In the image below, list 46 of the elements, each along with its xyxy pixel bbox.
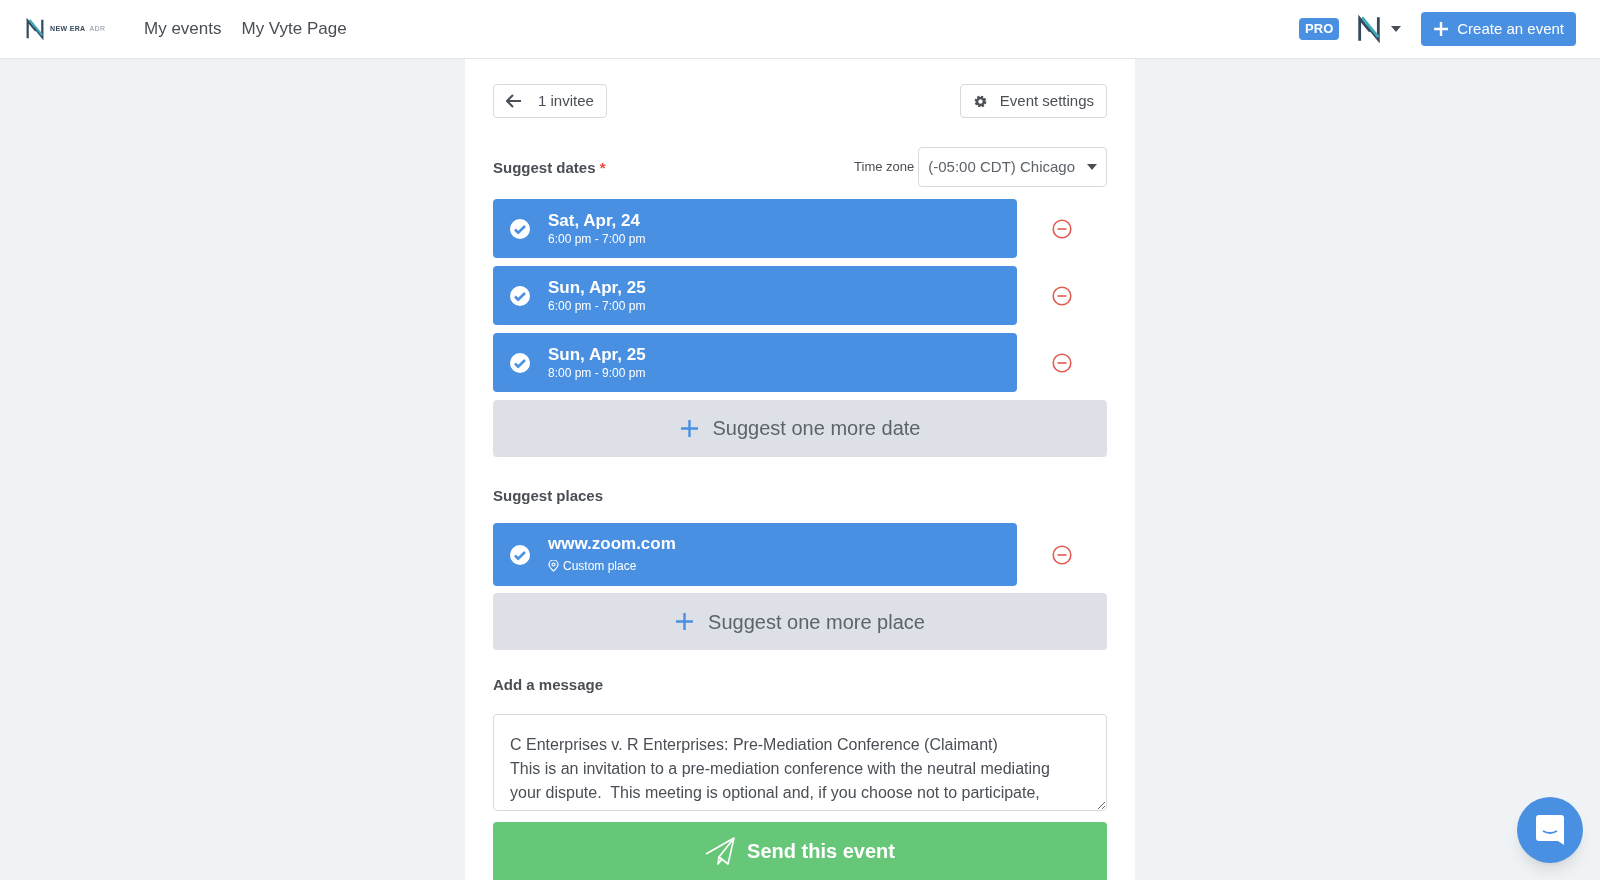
section-title: Suggest places [493, 485, 605, 506]
plus-icon [675, 612, 695, 632]
suggest-date-button[interactable]: Suggest one more date [493, 400, 1107, 457]
invitee-button[interactable]: 1 invitee [493, 84, 607, 118]
time-range: 6:00 pm - 7:00 pm [548, 230, 646, 247]
check-icon[interactable] [509, 217, 531, 240]
date-option[interactable]: Sat, Apr, 24 6:00 pm - 7:00 pm [493, 199, 1018, 258]
remove-icon[interactable] [1052, 352, 1073, 373]
remove-icon[interactable] [1052, 218, 1073, 239]
date-label: Sun, Apr, 25 [548, 344, 646, 365]
time-range: 6:00 pm - 7:00 pm [548, 297, 646, 314]
place-option[interactable]: www.zoom.com Custom place [493, 523, 1018, 587]
create-event-button[interactable]: Create an event [1421, 12, 1576, 46]
event-settings-button[interactable]: Event settings [959, 84, 1107, 118]
date-label: Sun, Apr, 25 [548, 277, 646, 298]
check-icon[interactable] [509, 543, 531, 566]
date-option[interactable]: Sun, Apr, 25 8:00 pm - 9:00 pm [493, 333, 1018, 392]
timezone-select[interactable]: (-05:00 CDT) Chicago [918, 147, 1107, 187]
place-detail: Custom place [548, 557, 676, 576]
timezone-label: Time zone [854, 158, 915, 177]
time-range: 8:00 pm - 9:00 pm [548, 364, 646, 381]
section-title: Suggest dates * [493, 157, 606, 178]
paper-plane-icon [705, 837, 736, 866]
check-icon[interactable] [509, 284, 531, 307]
location-pin-icon [548, 560, 559, 573]
caret-icon [1087, 164, 1097, 170]
check-icon[interactable] [509, 351, 531, 374]
chat-icon [1535, 814, 1565, 846]
suggest-place-button[interactable]: Suggest one more place [493, 593, 1107, 650]
settings-icon [972, 93, 988, 109]
caret-icon [1391, 26, 1402, 32]
section-title: Add a message [493, 674, 605, 695]
date-option[interactable]: Sun, Apr, 25 6:00 pm - 7:00 pm [493, 266, 1018, 325]
back-arrow-icon [506, 94, 522, 108]
plus-icon [1433, 21, 1450, 37]
account-menu[interactable] [1355, 15, 1402, 43]
nav-link[interactable]: My Vyte Page [241, 16, 347, 42]
message-field[interactable]: C Enterprises v. R Enterprises: Pre-Mediation Conference (Claimant) This is an invitation to a pre-mediation conference with the neutral mediating your dispute. This meeting is optional and, if you choose not to participate, [493, 714, 1107, 812]
remove-icon[interactable] [1052, 285, 1073, 306]
place-name: www.zoom.com [548, 534, 676, 555]
remove-icon[interactable] [1052, 544, 1073, 565]
plus-icon [679, 418, 699, 438]
date-label: Sat, Apr, 24 [548, 210, 641, 231]
pro-badge: PRO [1299, 18, 1340, 40]
chat-button[interactable] [1517, 797, 1583, 863]
nav-link[interactable]: My events [144, 16, 222, 42]
